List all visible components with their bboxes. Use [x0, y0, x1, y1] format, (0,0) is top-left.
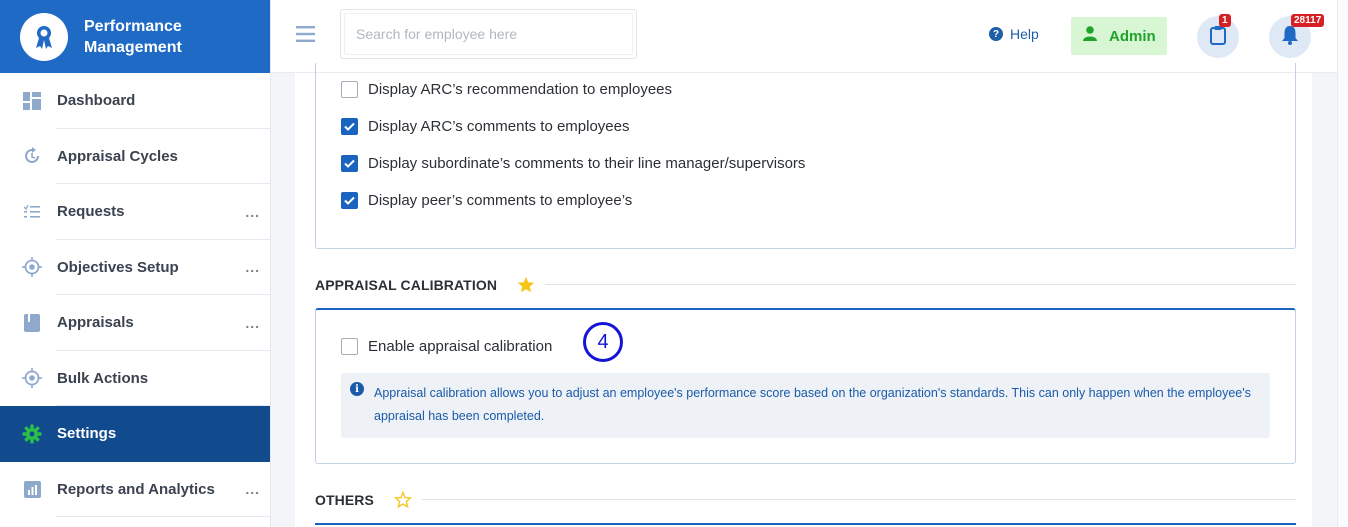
- help-icon: ?: [989, 27, 1003, 41]
- checkbox-label: Display ARC’s recommendation to employee…: [368, 81, 673, 98]
- clipboard-badge: 1: [1219, 14, 1231, 27]
- more-icon[interactable]: ...: [245, 481, 260, 497]
- clipboard-icon: [1210, 25, 1226, 50]
- display-arc-recommendation-checkbox[interactable]: [341, 81, 358, 98]
- section-title: APPRAISAL CALIBRATION: [315, 276, 498, 293]
- step-annotation-marker: 4: [583, 322, 623, 362]
- checkbox-label: Display ARC’s comments to employees: [368, 118, 630, 135]
- star-outline-icon[interactable]: [393, 491, 412, 508]
- checkbox-label: Display subordinate’s comments to their …: [368, 155, 806, 172]
- dashboard-icon: [22, 91, 42, 111]
- display-arc-comments-checkbox[interactable]: [341, 118, 358, 135]
- checkbox-label: Enable appraisal calibration: [368, 338, 553, 355]
- target-icon: [22, 257, 42, 278]
- target-icon: [22, 368, 42, 389]
- clipboard-button[interactable]: 1: [1197, 14, 1239, 58]
- display-subordinate-comments-checkbox[interactable]: [341, 155, 358, 172]
- display-option-row[interactable]: Display subordinate’s comments to their …: [341, 155, 805, 172]
- sidebar: Performance Management Dashboard Apprais…: [0, 0, 271, 527]
- display-options-card: Display ARC’s recommendation to employee…: [315, 63, 1296, 249]
- bell-icon: [1281, 25, 1299, 50]
- check-icon: [344, 159, 355, 168]
- more-icon[interactable]: ...: [245, 204, 260, 220]
- calibration-option-row[interactable]: Enable appraisal calibration: [341, 338, 552, 355]
- search-box: [340, 9, 637, 59]
- list-icon: [22, 202, 42, 222]
- sidebar-item-dashboard[interactable]: Dashboard: [0, 73, 270, 129]
- display-peer-comments-checkbox[interactable]: [341, 192, 358, 209]
- more-icon[interactable]: ...: [245, 259, 260, 275]
- check-icon: [344, 122, 355, 131]
- appraisal-calibration-card: Enable appraisal calibration 4 i Apprais…: [315, 308, 1296, 464]
- sidebar-item-requests[interactable]: Requests ...: [0, 184, 270, 240]
- checkbox-label: Display peer’s comments to employee’s: [368, 192, 633, 209]
- sidebar-item-appraisal-cycles[interactable]: Appraisal Cycles: [0, 129, 270, 185]
- help-link[interactable]: ? Help: [989, 26, 1039, 42]
- more-icon[interactable]: ...: [245, 315, 260, 331]
- cycle-icon: [22, 146, 42, 166]
- sidebar-item-settings[interactable]: Settings: [0, 406, 270, 462]
- display-option-row[interactable]: Display ARC’s recommendation to employee…: [341, 81, 672, 98]
- brand-logo-icon: [20, 12, 68, 61]
- admin-button[interactable]: Admin: [1071, 17, 1167, 55]
- star-filled-icon[interactable]: [517, 276, 535, 293]
- book-icon: [22, 313, 42, 333]
- sidebar-item-label: Objectives Setup: [57, 258, 179, 276]
- brand-title: Performance Management: [84, 17, 182, 56]
- user-icon: [1083, 26, 1097, 46]
- section-divider: [421, 499, 1296, 500]
- display-option-row[interactable]: Display peer’s comments to employee’s: [341, 192, 632, 209]
- enable-appraisal-calibration-checkbox[interactable]: [341, 338, 358, 355]
- sidebar-item-label: Requests: [57, 203, 125, 221]
- page-scrollbar[interactable]: [1337, 0, 1348, 527]
- sidebar-item-appraisals[interactable]: Appraisals ...: [0, 295, 270, 351]
- info-text: Appraisal calibration allows you to adju…: [374, 386, 1251, 423]
- chart-icon: [22, 479, 42, 499]
- sidebar-item-bulk-actions[interactable]: Bulk Actions: [0, 351, 270, 407]
- sidebar-item-label: Dashboard: [57, 92, 136, 110]
- display-option-row[interactable]: Display ARC’s comments to employees: [341, 118, 630, 135]
- appraisal-calibration-header: APPRAISAL CALIBRATION: [315, 276, 1296, 293]
- sidebar-item-label: Bulk Actions: [57, 369, 149, 387]
- brand-header[interactable]: Performance Management: [0, 0, 270, 73]
- search-input[interactable]: [344, 13, 633, 55]
- notifications-button[interactable]: 28117: [1269, 14, 1325, 58]
- help-label: Help: [1010, 26, 1039, 42]
- sidebar-item-objectives-setup[interactable]: Objectives Setup ...: [0, 240, 270, 296]
- sidebar-item-reports-and-analytics[interactable]: Reports and Analytics ...: [0, 462, 270, 518]
- sidebar-item-label: Appraisals: [57, 314, 134, 332]
- others-card: [315, 523, 1296, 527]
- admin-label: Admin: [1109, 27, 1156, 45]
- others-header: OTHERS: [315, 491, 1296, 508]
- settings-main: Display ARC’s recommendation to employee…: [295, 63, 1312, 527]
- info-icon: i: [350, 382, 364, 396]
- hamburger-menu-icon[interactable]: [296, 26, 315, 47]
- sidebar-nav: Dashboard Appraisal Cycles Requests ... …: [0, 73, 270, 517]
- gear-icon: [22, 424, 42, 444]
- sidebar-item-label: Appraisal Cycles: [57, 147, 178, 165]
- section-divider: [545, 284, 1296, 285]
- sidebar-item-label: Reports and Analytics: [57, 480, 215, 498]
- sidebar-item-label: Settings: [57, 425, 117, 443]
- notifications-badge: 28117: [1291, 14, 1325, 27]
- section-title: OTHERS: [315, 491, 374, 508]
- check-icon: [344, 196, 355, 205]
- calibration-info-box: i Appraisal calibration allows you to ad…: [341, 373, 1270, 438]
